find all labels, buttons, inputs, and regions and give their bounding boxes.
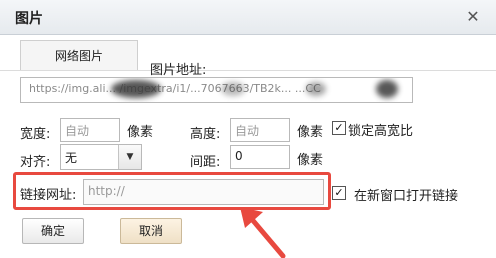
annotation-arrow-icon bbox=[240, 207, 286, 258]
new-window-checkbox[interactable]: ✓ bbox=[332, 186, 346, 200]
image-url-label: 图片地址: bbox=[150, 63, 207, 78]
spacing-label: 间距: bbox=[190, 155, 221, 170]
width-placeholder: 自动 bbox=[65, 124, 90, 138]
dialog-title: 图片 bbox=[15, 11, 43, 27]
tab-network-image[interactable]: 网络图片 bbox=[20, 40, 138, 71]
close-icon[interactable]: ✕ bbox=[463, 7, 483, 27]
cancel-button[interactable]: 取消 bbox=[120, 218, 182, 244]
width-label: 宽度: bbox=[20, 127, 51, 142]
height-input[interactable]: 自动 bbox=[230, 118, 290, 142]
align-select[interactable]: 无 ▼ bbox=[60, 144, 142, 170]
redaction-mark bbox=[111, 80, 161, 98]
chevron-down-icon[interactable]: ▼ bbox=[118, 145, 141, 169]
spacing-unit: 像素 bbox=[297, 153, 324, 168]
height-unit: 像素 bbox=[297, 125, 324, 140]
tab-divider bbox=[0, 70, 496, 71]
new-window-label: 在新窗口打开链接 bbox=[354, 189, 459, 204]
height-label: 高度: bbox=[190, 127, 221, 142]
height-placeholder: 自动 bbox=[235, 124, 260, 138]
spacing-value: 0 bbox=[235, 149, 243, 163]
redaction-mark bbox=[306, 82, 326, 96]
redaction-mark bbox=[221, 82, 245, 96]
image-dialog: 图片 ✕ 网络图片 图片地址: https://img.ali... /imge… bbox=[0, 0, 496, 258]
image-url-input[interactable]: https://img.ali... /imgextra/i1/...70676… bbox=[20, 77, 413, 103]
align-label: 对齐: bbox=[20, 155, 51, 170]
lock-ratio-label: 锁定高宽比 bbox=[348, 124, 414, 139]
redaction-mark bbox=[376, 80, 398, 98]
image-url-value: https://img.ali... /imgextra/i1/...70676… bbox=[29, 82, 321, 95]
lock-ratio-checkbox[interactable]: ✓ bbox=[332, 121, 346, 135]
dialog-titlebar: 图片 ✕ bbox=[0, 0, 496, 35]
align-value: 无 bbox=[65, 151, 78, 165]
width-input[interactable]: 自动 bbox=[60, 118, 120, 142]
ok-button[interactable]: 确定 bbox=[22, 218, 84, 244]
spacing-input[interactable]: 0 bbox=[230, 145, 290, 169]
width-unit: 像素 bbox=[127, 125, 154, 140]
